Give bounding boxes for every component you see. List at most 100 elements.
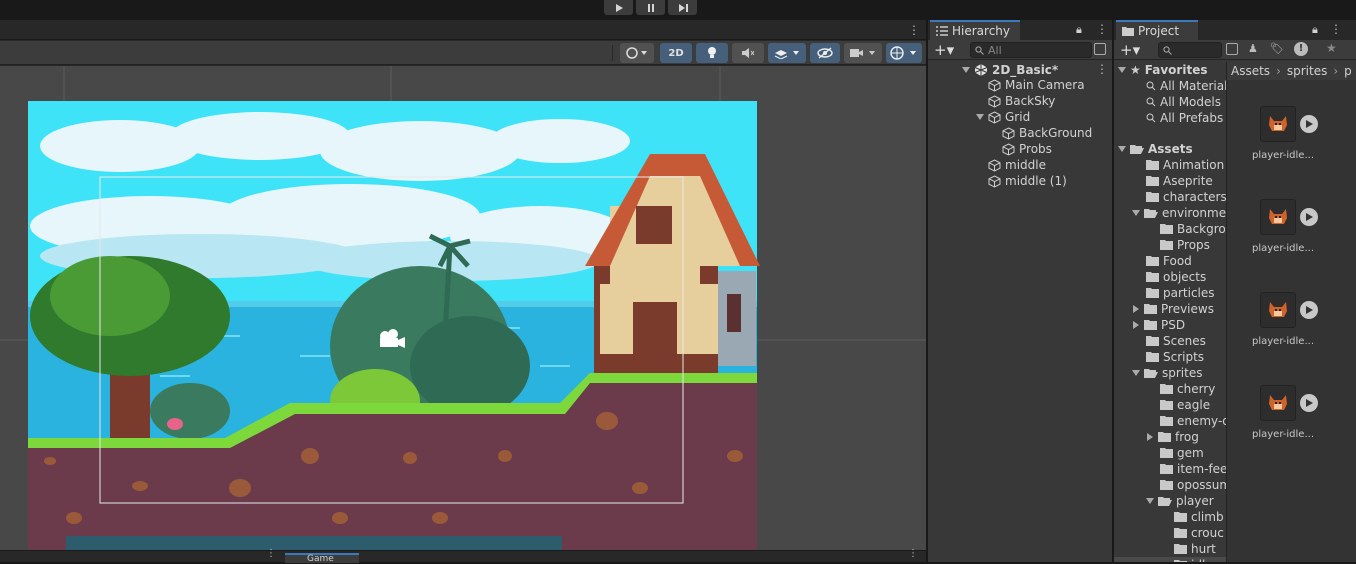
tab-hierarchy[interactable]: Hierarchy [930,20,1020,40]
folder-item[interactable]: cherry [1160,381,1215,397]
scene-lighting-button[interactable] [696,43,728,63]
play-preview-button[interactable] [1300,301,1318,319]
folder-icon [1146,176,1159,186]
play-preview-button[interactable] [1300,115,1318,133]
folder-item[interactable]: Scenes [1146,333,1206,349]
hierarchy-panel: Hierarchy 🔒︎ ⋮ +▾ All 2D_Basic* ⋮ Main C… [928,20,1112,562]
hierarchy-kebab-menu-icon[interactable]: ⋮ [1096,22,1108,36]
folder-item[interactable]: environmen [1132,205,1226,221]
folder-item[interactable]: Props [1160,237,1210,253]
folder-item[interactable]: sprites [1132,365,1202,381]
folder-item[interactable]: Food [1146,253,1192,269]
scene-effects-dropdown[interactable] [768,43,806,63]
game-kebab-menu-icon[interactable]: ⋮ [908,548,918,559]
search-by-type-icon[interactable] [1094,43,1106,55]
play-preview-button[interactable] [1300,208,1318,226]
gameobject-cube-icon [988,110,1001,124]
search-type-icon[interactable] [1226,43,1238,55]
foldout-expanded-icon[interactable] [976,113,984,121]
foldout-expanded-icon[interactable] [1132,369,1140,377]
favorite-star-icon[interactable]: ★ [1326,41,1337,55]
folder-item-selected[interactable]: idle [1114,557,1226,562]
hierarchy-item[interactable]: BackSky [988,93,1055,109]
lock-icon[interactable]: 🔒︎ [1076,23,1082,37]
project-kebab-menu-icon[interactable]: ⋮ [1330,22,1342,36]
folder-item[interactable]: hurt [1174,541,1216,557]
folder-item[interactable]: crouc [1174,525,1224,541]
folder-item[interactable]: Backgro [1160,221,1226,237]
breadcrumb-item[interactable]: p [1344,64,1352,78]
step-button[interactable] [668,0,697,15]
scene-item-kebab-icon[interactable]: ⋮ [1096,62,1108,76]
foldout-expanded-icon[interactable] [1132,209,1140,217]
folder-item[interactable]: item-fee [1160,461,1226,477]
folder-item[interactable]: climb [1174,509,1224,525]
foldout-expanded-icon[interactable] [1118,145,1126,153]
left-panel-kebab-icon[interactable]: ⋮ [266,548,276,559]
create-asset-dropdown[interactable]: +▾ [1120,41,1140,59]
folder-item[interactable]: characters [1146,189,1226,205]
scene-kebab-menu-icon[interactable]: ⋮ [908,23,920,37]
foldout-collapsed-icon[interactable] [1146,433,1154,441]
lock-icon[interactable]: 🔒︎ [1312,23,1318,37]
asset-tile[interactable]: player-idle... [1248,106,1328,161]
favorites-header[interactable]: ★ Favorites [1118,62,1207,78]
foldout-expanded-icon[interactable] [1118,66,1126,74]
folder-icon [1160,400,1173,410]
sprite-thumbnail [1260,385,1296,421]
create-add-dropdown[interactable]: +▾ [934,41,954,59]
hierarchy-search-input[interactable]: All [970,42,1092,58]
hierarchy-item[interactable]: middle (1) [988,173,1067,189]
filter-type-icon[interactable]: ♟ [1248,42,1258,55]
hierarchy-item[interactable]: middle [988,157,1046,173]
camera-settings-dropdown[interactable] [844,43,882,63]
folder-item[interactable]: Aseprite [1146,173,1213,189]
foldout-collapsed-icon[interactable] [1132,321,1140,329]
scene-visibility-button[interactable] [810,43,840,63]
draw-mode-dropdown[interactable] [620,43,654,63]
audio-mute-icon [742,48,755,58]
console-warning-icon[interactable]: ! [1294,42,1308,56]
asset-tile[interactable]: player-idle... [1248,292,1328,347]
scene-root-item[interactable]: 2D_Basic* [962,62,1112,78]
asset-tile[interactable]: player-idle... [1248,385,1328,440]
chevron-right-icon: › [1333,64,1339,78]
filter-label-icon[interactable]: 🏷︎ [1270,42,1284,55]
gizmos-dropdown[interactable] [886,43,922,63]
breadcrumb-item[interactable]: sprites [1287,64,1327,78]
play-preview-button[interactable] [1300,394,1318,412]
folder-item[interactable]: opossum [1160,477,1226,493]
favorites-item[interactable]: All Prefabs [1146,110,1223,126]
project-search-input[interactable] [1158,42,1222,58]
foldout-collapsed-icon[interactable] [1132,305,1140,313]
hierarchy-item[interactable]: Main Camera [988,77,1085,93]
folder-item[interactable]: Scripts [1146,349,1204,365]
hierarchy-item[interactable]: BackGround [1002,125,1092,141]
play-button[interactable] [604,0,633,15]
asset-tile[interactable]: player-idle... [1248,199,1328,254]
hierarchy-item[interactable]: Grid [976,109,1030,125]
folder-item[interactable]: particles [1146,285,1215,301]
foldout-expanded-icon[interactable] [962,66,970,74]
scene-viewport[interactable] [0,66,926,550]
folder-item[interactable]: objects [1146,269,1206,285]
hierarchy-item[interactable]: Probs [1002,141,1052,157]
folder-item[interactable]: enemy-d [1160,413,1226,429]
folder-item[interactable]: eagle [1160,397,1210,413]
video-camera-icon [850,49,875,57]
toggle-2d-button[interactable]: 2D [660,43,692,63]
breadcrumb-item[interactable]: Assets [1231,64,1270,78]
pause-button[interactable] [636,0,665,15]
folder-item[interactable]: Previews [1132,301,1214,317]
assets-header[interactable]: Assets [1118,141,1193,157]
folder-item[interactable]: player [1146,493,1214,509]
folder-item[interactable]: gem [1160,445,1204,461]
scene-audio-button[interactable] [732,43,764,63]
favorites-item[interactable]: All Models [1146,94,1221,110]
foldout-expanded-icon[interactable] [1146,497,1154,505]
folder-item[interactable]: Animation [1146,157,1224,173]
folder-item[interactable]: PSD [1132,317,1185,333]
favorites-item[interactable]: All Material [1146,78,1226,94]
folder-item[interactable]: frog [1146,429,1199,445]
tab-project[interactable]: Project [1116,20,1198,40]
